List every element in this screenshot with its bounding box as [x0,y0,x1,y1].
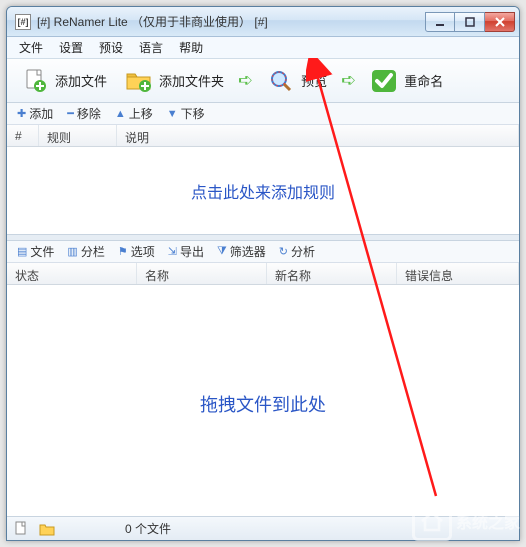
list-icon: ▤ [17,245,27,258]
rules-list-area[interactable]: 点击此处来添加规则 [7,147,519,235]
app-icon: [#] [15,14,31,30]
add-folder-button[interactable]: 添加文件夹 [117,63,232,99]
status-file-icon[interactable] [13,521,29,537]
files-hint-text: 拖拽文件到此处 [200,391,326,417]
files-export-button[interactable]: ⇲导出 [162,241,210,262]
rules-add-button[interactable]: ✚添加 [11,103,59,124]
file-add-icon [21,67,49,95]
files-filter-button[interactable]: ⧩筛选器 [211,241,272,262]
col-name[interactable]: 名称 [137,263,267,284]
arrow-separator-icon: ➪ [337,70,360,91]
rules-hint-text: 点击此处来添加规则 [191,179,335,203]
files-toolbar: ▤文件 ▥分栏 ⚑选项 ⇲导出 ⧩筛选器 ↻分析 [7,241,519,263]
filter-icon: ⧩ [217,245,227,258]
menu-help[interactable]: 帮助 [171,36,211,59]
rules-down-button[interactable]: ▼下移 [161,103,211,124]
app-window: [#] [#] ReNamer Lite （仅用于非商业使用） [#] 文件 设… [6,6,520,541]
files-options-button[interactable]: ⚑选项 [112,241,161,262]
magnifier-icon [267,67,295,95]
arrow-down-icon: ▼ [167,108,178,120]
files-files-button[interactable]: ▤文件 [11,241,60,262]
menu-settings[interactable]: 设置 [51,36,91,59]
minimize-button[interactable] [425,12,455,32]
rules-up-button[interactable]: ▲上移 [109,103,159,124]
rules-remove-button[interactable]: ━移除 [61,103,107,124]
statusbar: 0 个文件 [7,516,519,540]
files-analyze-button[interactable]: ↻分析 [273,241,321,262]
status-count: 0 个文件 [125,520,171,537]
col-rule[interactable]: 规则 [39,125,117,146]
window-buttons [425,12,515,32]
files-columns-header: 状态 名称 新名称 错误信息 [7,263,519,285]
folder-add-icon [125,67,153,95]
rules-toolbar: ✚添加 ━移除 ▲上移 ▼下移 [7,103,519,125]
arrow-separator-icon: ➪ [234,70,257,91]
col-newname[interactable]: 新名称 [267,263,397,284]
col-error[interactable]: 错误信息 [397,263,519,284]
analyze-icon: ↻ [279,245,288,258]
close-button[interactable] [485,12,515,32]
rules-columns-header: # 规则 说明 [7,125,519,147]
arrow-up-icon: ▲ [115,108,126,120]
preview-button[interactable]: 预览 [259,63,335,99]
titlebar: [#] [#] ReNamer Lite （仅用于非商业使用） [#] [7,7,519,37]
col-number[interactable]: # [7,125,39,146]
col-description[interactable]: 说明 [117,125,519,146]
files-list-area[interactable]: 拖拽文件到此处 [7,285,519,523]
export-icon: ⇲ [168,245,177,258]
columns-icon: ▥ [67,245,77,258]
menu-file[interactable]: 文件 [11,36,51,59]
col-status[interactable]: 状态 [7,263,137,284]
rename-label: 重命名 [404,71,443,90]
minus-icon: ━ [67,107,74,120]
add-file-label: 添加文件 [55,71,107,90]
files-columns-button[interactable]: ▥分栏 [61,241,110,262]
window-title: [#] ReNamer Lite （仅用于非商业使用） [#] [37,13,425,30]
add-file-button[interactable]: 添加文件 [13,63,115,99]
menu-presets[interactable]: 预设 [91,36,131,59]
rename-button[interactable]: 重命名 [362,63,451,99]
checkmark-icon [370,67,398,95]
status-folder-icon[interactable] [39,521,55,537]
options-icon: ⚑ [118,245,128,258]
menubar: 文件 设置 预设 语言 帮助 [7,37,519,59]
add-folder-label: 添加文件夹 [159,71,224,90]
maximize-button[interactable] [455,12,485,32]
plus-icon: ✚ [17,107,26,120]
preview-label: 预览 [301,71,327,90]
main-toolbar: 添加文件 添加文件夹 ➪ 预览 ➪ 重命名 [7,59,519,103]
menu-language[interactable]: 语言 [131,36,171,59]
